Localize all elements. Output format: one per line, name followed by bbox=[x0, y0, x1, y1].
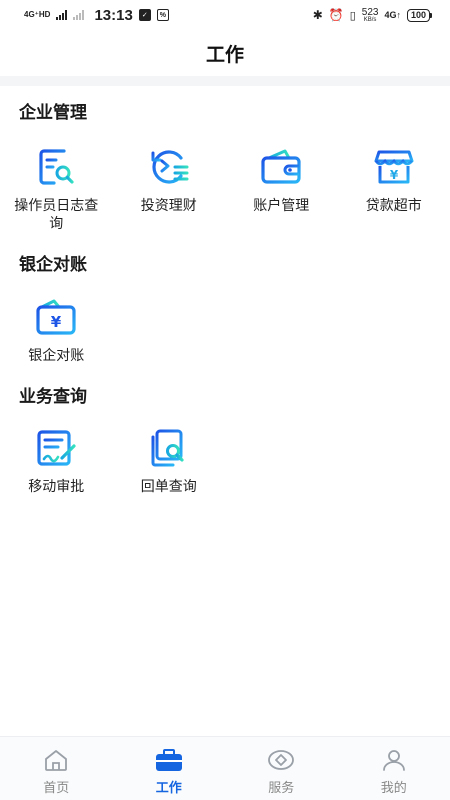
vibrate-icon: ▯ bbox=[349, 9, 356, 22]
tab-service[interactable]: 服务 bbox=[225, 737, 338, 800]
svg-text:¥: ¥ bbox=[51, 313, 62, 331]
tab-work[interactable]: 工作 bbox=[113, 737, 226, 800]
net-speed: 523 KB/s bbox=[361, 6, 379, 23]
function-grid: 操作员日志查询 投资理财 账户管理 ¥ 贷款超市 bbox=[0, 146, 450, 232]
tab-profile[interactable]: 我的 bbox=[338, 737, 450, 800]
battery-icon: 100 bbox=[406, 8, 432, 22]
section-title: 企业管理 bbox=[19, 103, 87, 122]
battery-level: 100 bbox=[406, 8, 430, 22]
account-management-button[interactable]: 账户管理 bbox=[225, 146, 338, 232]
bank-reconciliation-button[interactable]: ¥ 银企对账 bbox=[0, 296, 113, 364]
briefcase-icon bbox=[155, 747, 183, 773]
investment-label: 投资理财 bbox=[140, 197, 197, 213]
work-content: 企业管理 操作员日志查询 投资理财 账户管理 ¥ 贷款超市 银企对账 ¥ 银企对… bbox=[0, 86, 450, 736]
section-title: 银企对账 bbox=[19, 255, 87, 274]
profile-icon bbox=[380, 747, 408, 773]
investment-icon bbox=[146, 146, 192, 188]
approval-icon bbox=[33, 427, 79, 469]
tab-work-label: 工作 bbox=[155, 780, 182, 795]
loan-market-label: 贷款超市 bbox=[365, 197, 422, 213]
loan-market-icon: ¥ bbox=[371, 146, 417, 188]
operator-log-query-button[interactable]: 操作员日志查询 bbox=[0, 146, 113, 232]
signal-2-icon bbox=[73, 10, 85, 20]
operator-log-query-label: 操作员日志查询 bbox=[14, 197, 99, 231]
function-grid: ¥ 银企对账 bbox=[0, 296, 450, 364]
home-icon bbox=[42, 747, 70, 773]
network-type-2: 4G↑ bbox=[384, 10, 401, 20]
section-title: 业务查询 bbox=[19, 387, 87, 406]
function-grid: 移动审批 回单查询 bbox=[0, 427, 450, 495]
service-icon bbox=[267, 747, 295, 773]
mobile-approval-button[interactable]: 移动审批 bbox=[0, 427, 113, 495]
notification-check-icon: ✓ bbox=[138, 9, 151, 21]
status-bar: 4G⁺HD 13:13 ✓ % ✱ ⏰ ▯ 523 KB/s 4G↑ 100 bbox=[0, 0, 450, 30]
status-time: 13:13 bbox=[94, 6, 133, 24]
title-divider bbox=[0, 76, 450, 86]
section-bank-reconciliation: 银企对账 ¥ 银企对账 bbox=[0, 252, 450, 364]
status-right: ✱ ⏰ ▯ 523 KB/s 4G↑ 100 bbox=[312, 6, 432, 23]
notification-app-icon: % bbox=[156, 9, 169, 21]
bank-reconciliation-label: 银企对账 bbox=[28, 347, 85, 363]
tab-profile-label: 我的 bbox=[380, 780, 407, 795]
account-management-label: 账户管理 bbox=[253, 197, 310, 213]
investment-button[interactable]: 投资理财 bbox=[113, 146, 226, 232]
section-enterprise-management: 企业管理 操作员日志查询 投资理财 账户管理 ¥ 贷款超市 bbox=[0, 100, 450, 232]
loan-market-button[interactable]: ¥ 贷款超市 bbox=[338, 146, 450, 232]
net-speed-value: 523 bbox=[361, 6, 379, 18]
section-business-query: 业务查询 移动审批 回单查询 bbox=[0, 384, 450, 495]
receipt-query-button[interactable]: 回单查询 bbox=[113, 427, 226, 495]
svg-text:¥: ¥ bbox=[390, 168, 399, 182]
bluetooth-icon: ✱ bbox=[312, 8, 323, 22]
tab-home[interactable]: 首页 bbox=[0, 737, 113, 800]
receipt-query-label: 回单查询 bbox=[140, 478, 197, 494]
operator-log-icon bbox=[33, 146, 79, 188]
net-speed-unit: KB/s bbox=[363, 16, 377, 23]
title-bar: 工作 bbox=[0, 30, 450, 76]
wallet-icon bbox=[258, 146, 304, 188]
signal-icon bbox=[56, 10, 68, 20]
reconciliation-icon: ¥ bbox=[33, 296, 79, 338]
network-type: 4G⁺HD bbox=[24, 10, 51, 19]
bottom-tab-bar: 首页 工作 服务 我的 bbox=[0, 736, 450, 800]
mobile-approval-label: 移动审批 bbox=[28, 478, 85, 494]
tab-service-label: 服务 bbox=[268, 780, 295, 795]
page-title: 工作 bbox=[205, 44, 244, 66]
tab-home-label: 首页 bbox=[43, 780, 70, 795]
alarm-icon: ⏰ bbox=[328, 8, 344, 22]
status-left: 4G⁺HD 13:13 ✓ % bbox=[24, 7, 169, 24]
receipt-query-icon bbox=[146, 427, 192, 469]
